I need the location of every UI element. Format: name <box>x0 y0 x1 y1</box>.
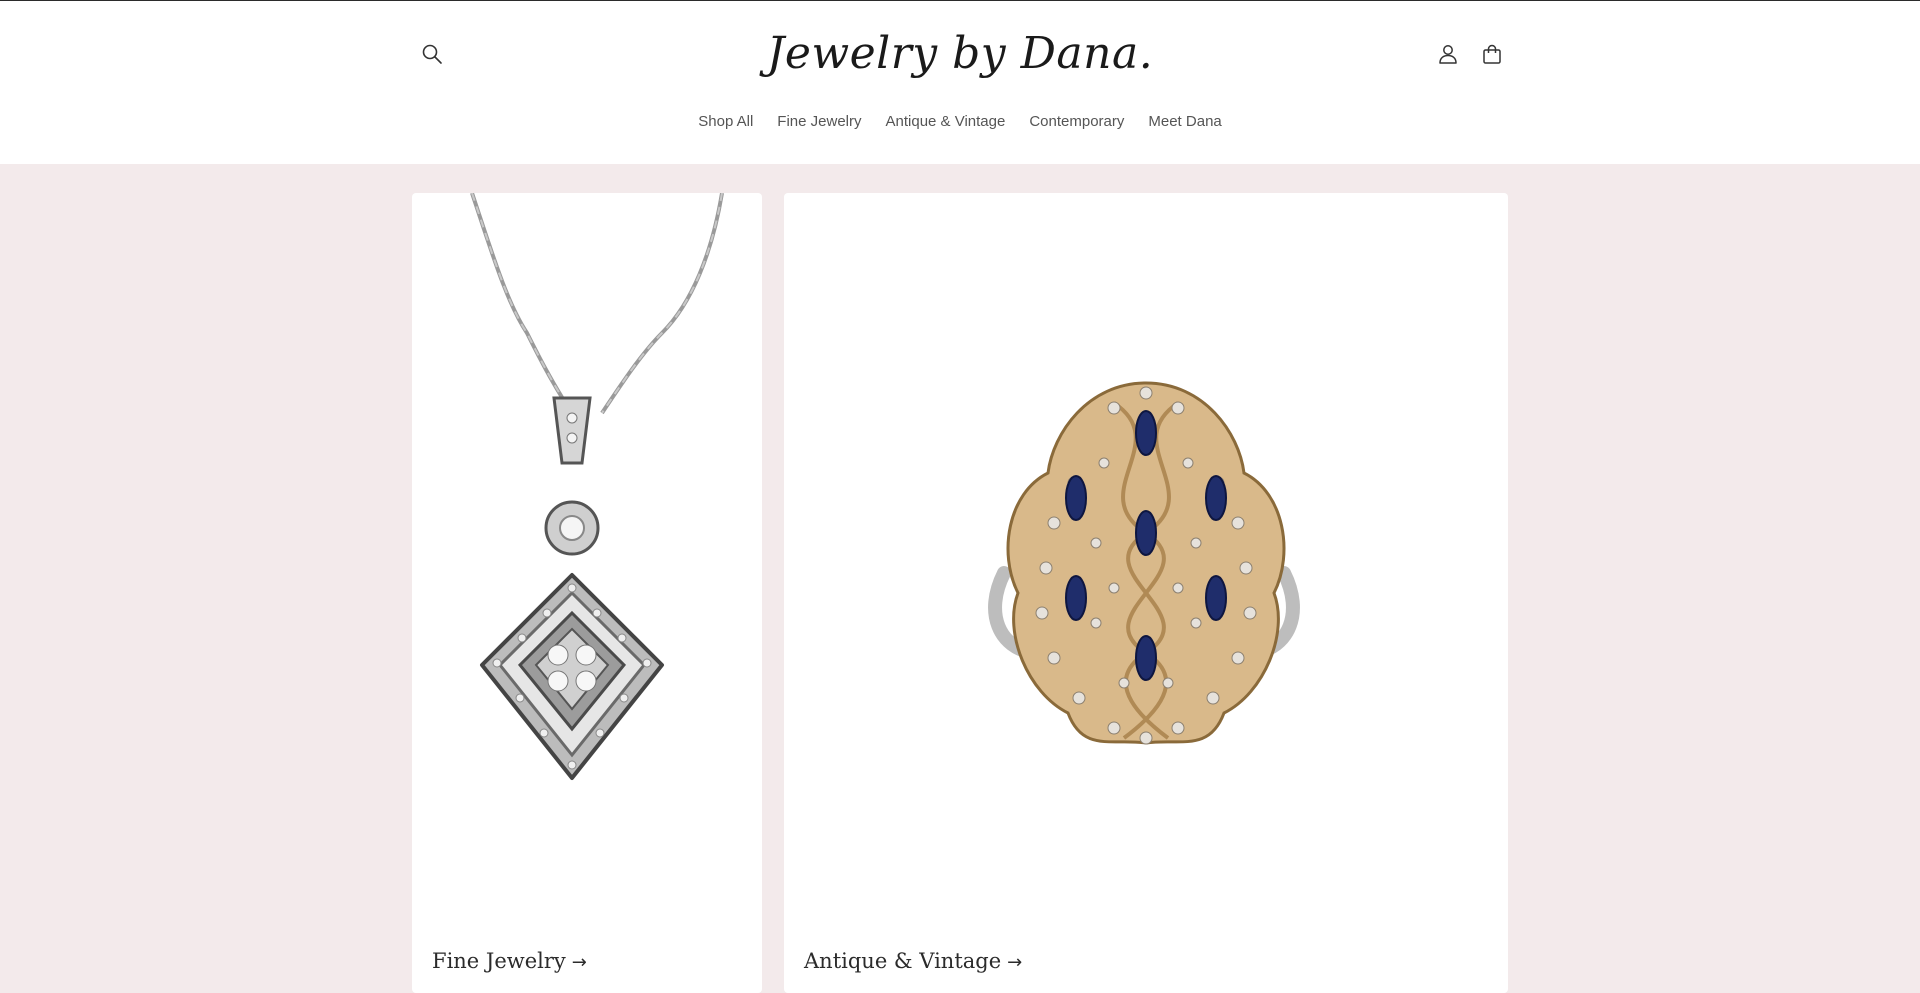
nav-contemporary[interactable]: Contemporary <box>1029 109 1124 139</box>
collection-title: Fine Jewelry <box>432 949 566 973</box>
site-header: Jewelry by Dana. Shop All Fine Jewelry A… <box>0 1 1920 164</box>
site-logo[interactable]: Jewelry by Dana. <box>767 13 1153 93</box>
search-icon[interactable] <box>415 37 449 71</box>
arrow-right-icon: → <box>571 952 587 973</box>
pendant-necklace-image <box>470 193 724 780</box>
account-icon[interactable] <box>1431 37 1465 71</box>
nav-shop-all[interactable]: Shop All <box>698 109 753 139</box>
collection-card-antique-vintage[interactable]: Antique & Vintage → <box>784 193 1508 993</box>
main-nav: Shop All Fine Jewelry Antique & Vintage … <box>0 109 1920 139</box>
cart-icon[interactable] <box>1475 37 1509 71</box>
sapphire-ring-image <box>988 381 1300 745</box>
collection-link-antique-vintage[interactable]: Antique & Vintage → <box>804 949 1022 973</box>
collection-title: Antique & Vintage <box>804 949 1002 973</box>
arrow-right-icon: → <box>1007 952 1023 973</box>
nav-meet-dana[interactable]: Meet Dana <box>1148 109 1221 139</box>
nav-antique-vintage[interactable]: Antique & Vintage <box>886 109 1006 139</box>
collection-link-fine-jewelry[interactable]: Fine Jewelry → <box>432 949 587 973</box>
nav-fine-jewelry[interactable]: Fine Jewelry <box>777 109 861 139</box>
collection-card-fine-jewelry[interactable]: Fine Jewelry → <box>412 193 762 993</box>
